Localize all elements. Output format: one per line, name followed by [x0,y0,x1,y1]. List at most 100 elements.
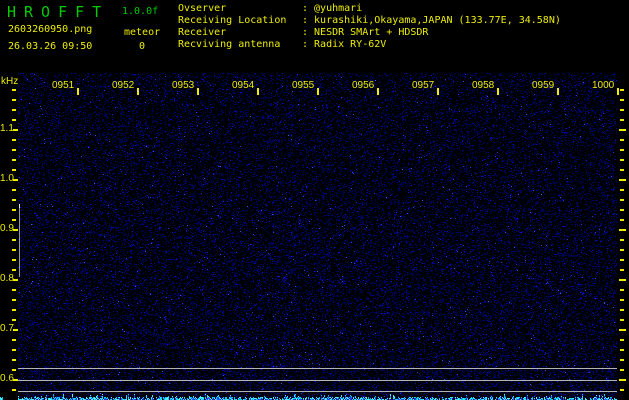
time-tick-label: 0954 [232,81,254,91]
freq-tick-minor [12,249,16,251]
info-label: Receiver [178,27,302,39]
info-row-receiver: Receiver: NESDR SMArt + HDSDR [178,27,561,39]
freq-tick-major [619,129,626,131]
freq-tick-minor [620,239,624,241]
freq-tick-major [619,279,626,281]
observation-mode: meteor [124,27,160,38]
time-tick-label: 0957 [412,81,434,91]
time-tick [437,88,439,95]
freq-tick-minor [12,239,16,241]
spectrogram-canvas [0,73,617,400]
freq-tick-minor [620,109,624,111]
time-tick [197,88,199,95]
time-tick [77,88,79,95]
freq-tick-label: 0.6 [0,374,13,384]
freq-tick-major [13,179,18,181]
time-tick-label: 0952 [112,81,134,91]
freq-tick-minor [620,319,624,321]
time-tick-label: 0958 [472,81,494,91]
time-tick [137,88,139,95]
freq-tick-minor [620,249,624,251]
time-tick [317,88,319,95]
freq-tick-minor [620,149,624,151]
time-tick [497,88,499,95]
freq-tick-label: 0.7 [0,324,13,334]
freq-tick-minor [620,169,624,171]
freq-tick-major [13,379,18,381]
freq-tick-minor [620,89,624,91]
time-tick [257,88,259,95]
freq-tick-minor [12,289,16,291]
freq-tick-minor [12,119,16,121]
freq-tick-minor [12,209,16,211]
info-value: Radix RY-62V [314,39,386,50]
freq-tick-minor [620,339,624,341]
freq-tick-minor [12,149,16,151]
freq-tick-minor [620,309,624,311]
freq-tick-minor [620,359,624,361]
time-tick-label: 0959 [532,81,554,91]
freq-tick-minor [12,109,16,111]
station-info: Ovserver: @yuhmari Receiving Location: kur… [178,3,561,51]
hrofft-screen: HROFFT 1.0.0f 2603260950.png meteor 26.0… [0,0,629,400]
freq-tick-minor [12,259,16,261]
time-tick-label: 0951 [52,81,74,91]
freq-tick-label: 0.9 [0,224,13,234]
freq-tick-minor [12,199,16,201]
meteor-echo-count: 0 [139,41,145,52]
freq-tick-minor [620,159,624,161]
freq-tick-minor [12,349,16,351]
freq-tick-minor [620,219,624,221]
info-value: kurashiki,Okayama,JAPAN (133.77E, 34.58N… [314,15,561,26]
freq-tick-major [619,229,626,231]
info-label: Ovserver [178,3,302,15]
freq-tick-minor [620,99,624,101]
info-separator: : [302,27,308,38]
time-tick-label: 0955 [292,81,314,91]
info-separator: : [302,15,308,26]
time-tick-label: 0956 [352,81,374,91]
freq-tick-minor [12,159,16,161]
info-label: Receiving Location [178,15,302,27]
freq-tick-minor [12,169,16,171]
freq-tick-minor [620,199,624,201]
freq-tick-minor [12,99,16,101]
freq-tick-minor [12,139,16,141]
freq-tick-major [13,329,18,331]
freq-tick-minor [620,289,624,291]
freq-tick-minor [620,299,624,301]
observation-datetime: 26.03.26 09:50 [8,41,92,52]
freq-tick-minor [12,269,16,271]
info-separator: : [302,3,308,14]
time-tick [377,88,379,95]
info-row-observer: Ovserver: @yuhmari [178,3,561,15]
freq-tick-minor [12,389,16,391]
freq-tick-label: 0.8 [0,274,13,284]
freq-tick-minor [12,89,16,91]
info-separator: : [302,39,308,50]
freq-tick-major [619,329,626,331]
output-filename: 2603260950.png [8,24,92,35]
freq-tick-major [13,229,18,231]
freq-tick-minor [620,349,624,351]
freq-tick-minor [620,369,624,371]
freq-tick-label: 1.0 [0,174,13,184]
app-version: 1.0.0f [122,6,158,17]
time-tick-label: 1000 [592,81,614,91]
freq-tick-minor [12,369,16,371]
freq-tick-minor [620,389,624,391]
freq-tick-minor [12,309,16,311]
freq-tick-minor [620,119,624,121]
freq-tick-minor [620,189,624,191]
freq-tick-minor [620,259,624,261]
freq-tick-major [13,279,18,281]
freq-tick-minor [620,209,624,211]
time-tick [557,88,559,95]
time-tick-label: 0953 [172,81,194,91]
time-tick [617,88,619,95]
freq-tick-minor [12,319,16,321]
freq-tick-minor [12,359,16,361]
info-row-antenna: Recviving antenna: Radix RY-62V [178,39,561,51]
freq-tick-minor [620,269,624,271]
info-value: NESDR SMArt + HDSDR [314,27,428,38]
